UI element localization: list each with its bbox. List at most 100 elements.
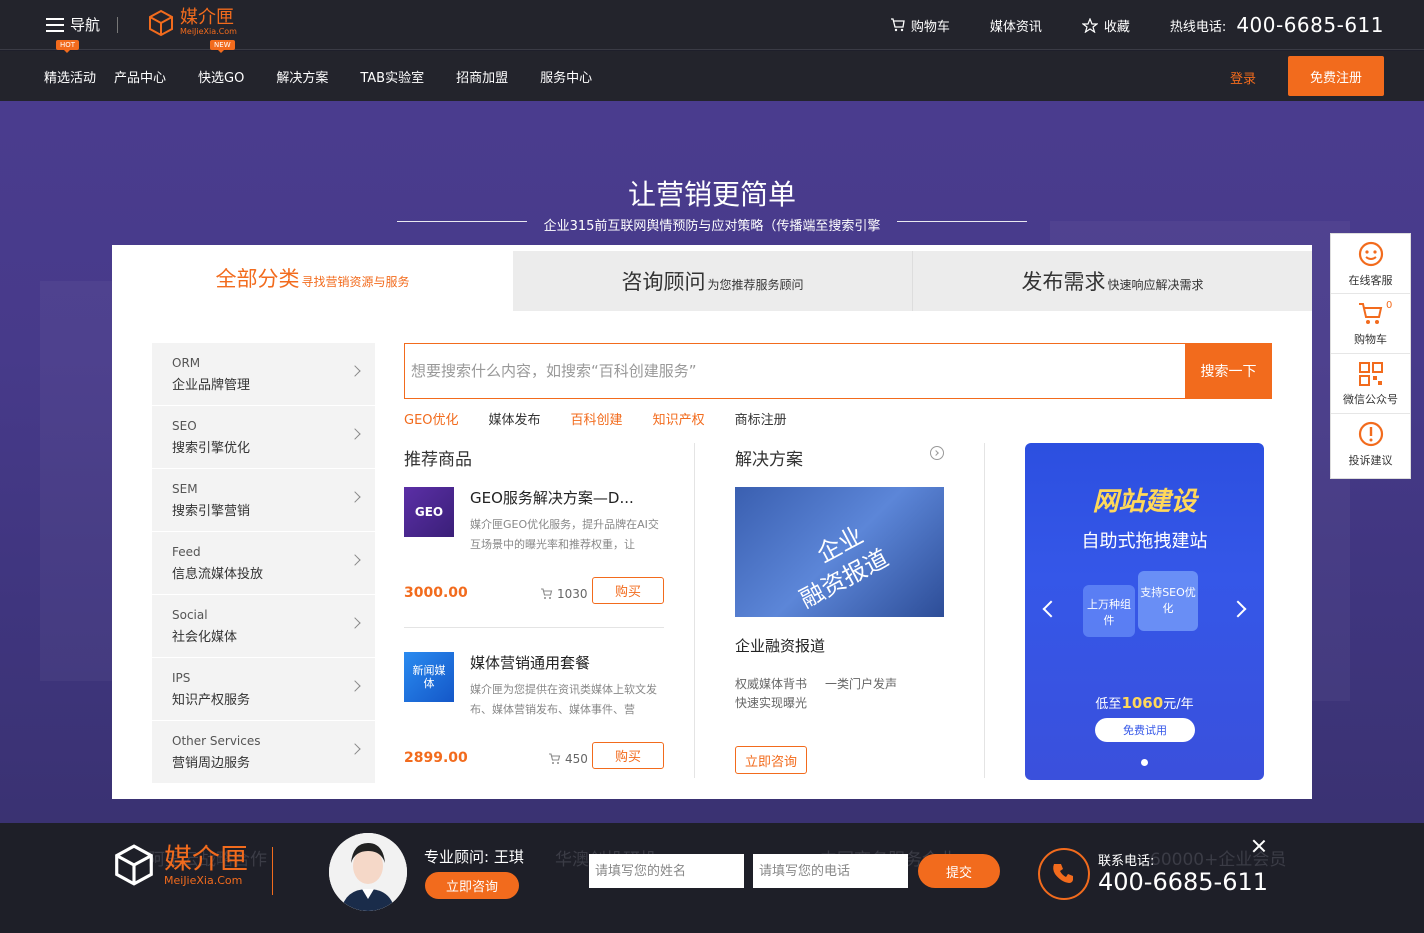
tab-consultant[interactable]: 咨询顾问 为您推荐服务顾问 — [513, 251, 913, 311]
search-bar: 搜索一下 — [404, 343, 1272, 399]
category-zh: 社会化媒体 — [172, 630, 238, 645]
recommend-title: 推荐商品 — [404, 450, 472, 470]
nav-item-label: 精选活动 — [44, 70, 97, 86]
nav-item-label: 招商加盟 — [456, 70, 509, 86]
search-input[interactable] — [405, 344, 1185, 398]
thumbnail-text: 新闻媒体 — [412, 664, 446, 690]
nav-item-label: 服务中心 — [540, 70, 593, 86]
carousel-dot[interactable] — [1141, 759, 1148, 766]
search-button[interactable]: 搜索一下 — [1185, 343, 1272, 399]
cube-logo-icon — [115, 844, 153, 886]
hamburger-icon — [46, 17, 64, 32]
category-zh: 知识产权服务 — [172, 693, 251, 708]
more-arrow-icon[interactable] — [930, 446, 944, 460]
nav-label: 导航 — [70, 16, 101, 34]
category-zh: 企业品牌管理 — [172, 378, 251, 393]
category-en: IPS — [172, 671, 191, 685]
category-item-seo[interactable]: SEO 搜索引擎优化 — [152, 406, 375, 469]
nav-item-label: 快选GO — [198, 70, 245, 86]
tab-title: 全部分类 — [215, 267, 300, 291]
buy-button[interactable]: 购买 — [592, 742, 664, 769]
hero-subtitle[interactable]: 企业315前互联网舆情预防与应对策略（传播端至搜索引擎 — [0, 215, 1424, 234]
category-en: Social — [172, 608, 208, 622]
solution-name[interactable]: 企业融资报道 — [735, 635, 825, 656]
hot-keywords: GEO优化 媒体发布 百科创建 知识产权 商标注册 — [404, 409, 817, 428]
phone-handset-icon — [1053, 864, 1073, 883]
cart-link[interactable]: 购物车 — [890, 16, 950, 35]
contact-label: 联系电话: — [1098, 854, 1155, 869]
hotword-link[interactable]: 百科创建 — [571, 409, 623, 428]
nav-item-products[interactable]: 产品中心 — [114, 67, 166, 86]
hotword-link[interactable]: 媒体发布 — [489, 409, 541, 428]
category-item-social[interactable]: Social 社会化媒体 — [152, 595, 375, 658]
nav-item-tab-lab[interactable]: TAB实验室 — [360, 67, 424, 86]
float-label: 微信公众号 — [1343, 392, 1398, 406]
person-avatar-icon — [329, 833, 407, 911]
cart-icon — [541, 588, 553, 599]
phone-icon — [1038, 848, 1090, 900]
site-logo[interactable]: 媒介匣 MeiJieXia.Com — [147, 9, 237, 37]
nav-menu-button[interactable]: 导航 — [46, 14, 100, 35]
tab-title: 咨询顾问 — [621, 270, 706, 294]
hotword-link[interactable]: 知识产权 — [653, 409, 705, 428]
buy-button[interactable]: 购买 — [592, 577, 664, 604]
exclamation-icon — [1358, 421, 1383, 447]
solution-image[interactable]: 企业 融资报道 — [735, 487, 944, 617]
free-trial-button[interactable]: 免费试用 — [1095, 718, 1195, 742]
banner-subtitle: 自助式拖拽建站 — [1081, 531, 1208, 552]
submit-button[interactable]: 提交 — [918, 854, 1000, 888]
advisor-name: 专业顾问: 王琪 — [424, 846, 524, 867]
phone-input[interactable] — [753, 854, 908, 888]
consult-now-button[interactable]: 立即咨询 — [735, 746, 807, 774]
next-arrow-icon[interactable] — [1229, 600, 1247, 618]
category-item-feed[interactable]: Feed 信息流媒体投放 — [152, 532, 375, 595]
sold-number: 1030 — [557, 587, 588, 601]
star-icon — [1081, 17, 1098, 33]
hotword-link[interactable]: GEO优化 — [404, 409, 459, 428]
category-item-ips[interactable]: IPS 知识产权服务 — [152, 658, 375, 721]
hotword-link[interactable]: 商标注册 — [735, 409, 787, 428]
advisor-value: 王琪 — [493, 848, 524, 866]
banner-price: 低至1060元/年 — [1025, 693, 1264, 712]
hot-badge: HOT — [56, 39, 80, 53]
cart-icon — [890, 18, 905, 32]
nav-item-service-center[interactable]: 服务中心 — [540, 67, 592, 86]
complaint-button[interactable]: 投诉建议 — [1331, 414, 1410, 474]
prev-arrow-icon[interactable] — [1042, 600, 1060, 618]
product-name[interactable]: GEO服务解决方案—D... — [470, 487, 664, 508]
nav-item-quickgo[interactable]: NEW 快选GO — [198, 39, 245, 86]
dock-consult-button[interactable]: 立即咨询 — [425, 872, 519, 899]
tab-subtitle: 为您推荐服务顾问 — [707, 277, 804, 292]
wechat-button[interactable]: 微信公众号 — [1331, 354, 1410, 414]
panel-tabs: 全部分类 寻找营销资源与服务 咨询顾问 为您推荐服务顾问 发布需求 快速响应解决需求 — [112, 245, 1312, 311]
category-item-sem[interactable]: SEM 搜索引擎营销 — [152, 469, 375, 532]
float-label: 在线客服 — [1348, 273, 1393, 287]
tab-post-demand[interactable]: 发布需求 快速响应解决需求 — [913, 251, 1312, 311]
nav-item-activities[interactable]: HOT 精选活动 — [44, 39, 97, 86]
qrcode-icon — [1358, 361, 1383, 386]
smiley-service-icon — [1358, 241, 1383, 266]
product-name[interactable]: 媒体营销通用套餐 — [470, 652, 664, 673]
category-en: ORM — [172, 356, 201, 370]
promo-banner[interactable]: 网站建设 自助式拖拽建站 上万种组件 支持SEO优化 低至1060元/年 免费试… — [1025, 443, 1264, 780]
category-item-other[interactable]: Other Services 营销周边服务 — [152, 721, 375, 784]
float-cart-button[interactable]: 0 购物车 — [1331, 294, 1410, 354]
online-service-button[interactable]: 在线客服 — [1331, 234, 1410, 294]
nav-item-solutions[interactable]: 解决方案 — [276, 67, 328, 86]
favorite-label: 收藏 — [1103, 19, 1130, 35]
main-nav: HOT 精选活动 产品中心 NEW 快选GO 解决方案 TAB实验室 招商加盟 服务… — [0, 39, 1424, 101]
product-price: 3000.00 — [404, 585, 468, 601]
nav-item-franchise[interactable]: 招商加盟 — [456, 67, 508, 86]
login-link[interactable]: 登录 — [1230, 68, 1256, 87]
close-icon[interactable] — [1252, 839, 1266, 853]
favorite-link[interactable]: 收藏 — [1081, 16, 1130, 35]
media-news-link[interactable]: 媒体资讯 — [990, 16, 1042, 35]
cube-logo-icon — [149, 9, 173, 37]
tab-all-categories[interactable]: 全部分类 寻找营销资源与服务 — [112, 245, 513, 311]
category-item-orm[interactable]: ORM 企业品牌管理 — [152, 343, 375, 406]
register-button[interactable]: 免费注册 — [1288, 56, 1384, 96]
thumbnail-text: GEO — [414, 505, 444, 519]
name-input[interactable] — [589, 854, 744, 888]
category-en: SEO — [172, 419, 197, 433]
category-zh: 搜索引擎优化 — [172, 441, 251, 456]
